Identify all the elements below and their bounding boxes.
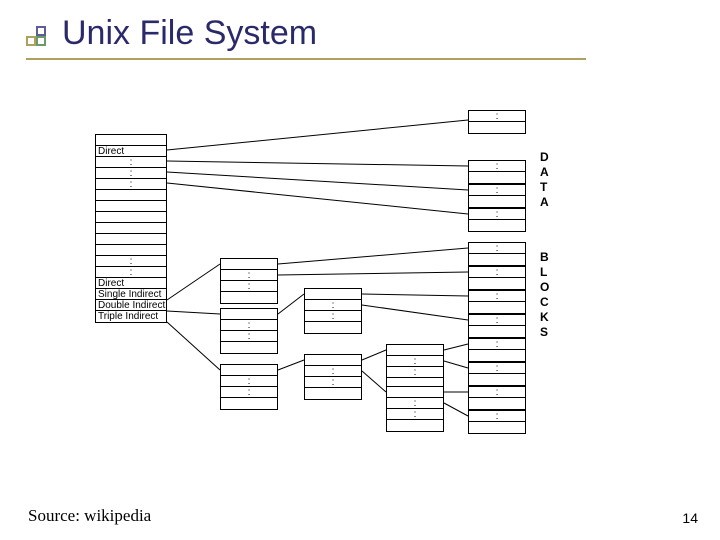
label-data: D A T A (540, 150, 549, 210)
page-number: 14 (682, 510, 698, 526)
data-block: : (468, 208, 526, 232)
indirect-block: : : (386, 386, 444, 432)
inode-row (96, 190, 166, 201)
indirect-block: : : (220, 258, 278, 304)
indirect-block: : : (220, 364, 278, 410)
title-bar: Unix File System (26, 14, 317, 53)
inode-row (96, 135, 166, 146)
data-block: : (468, 184, 526, 208)
indirect-block: : : (386, 344, 444, 390)
inode-row (96, 223, 166, 234)
inode-row: : (96, 157, 166, 168)
inode-diagram: Direct : : : : : Direct Single Indirect … (90, 110, 650, 470)
inode-row (96, 201, 166, 212)
source-label: Source: wikipedia (28, 506, 151, 526)
data-block: : (468, 386, 526, 410)
inode-double-indirect: Double Indirect (96, 300, 166, 311)
label-blocks: B L O C K S (540, 250, 549, 340)
page-title: Unix File System (62, 14, 317, 53)
inode-row: : (96, 179, 166, 190)
inode-single-indirect: Single Indirect (96, 289, 166, 300)
pointer-lines (90, 110, 650, 470)
inode-direct-bottom: Direct (96, 278, 166, 289)
inode-row (96, 245, 166, 256)
indirect-block: : : (304, 288, 362, 334)
data-block: : (468, 338, 526, 362)
indirect-block: : : (220, 308, 278, 354)
data-block: : (468, 314, 526, 338)
inode-row: : (96, 267, 166, 278)
data-block: : (468, 410, 526, 434)
inode-block: Direct : : : : : Direct Single Indirect … (95, 134, 167, 323)
data-block: : (468, 160, 526, 184)
title-underline (26, 58, 586, 60)
inode-row (96, 212, 166, 223)
inode-row (96, 234, 166, 245)
indirect-block: : : (304, 354, 362, 400)
data-block: : (468, 110, 526, 134)
inode-direct-top: Direct (96, 146, 166, 157)
inode-row: : (96, 168, 166, 179)
data-block: : (468, 266, 526, 290)
data-block: : (468, 242, 526, 266)
title-bullet-icon (26, 26, 48, 48)
data-block: : (468, 290, 526, 314)
inode-triple-indirect: Triple Indirect (96, 311, 166, 322)
inode-row: : (96, 256, 166, 267)
data-block: : (468, 362, 526, 386)
